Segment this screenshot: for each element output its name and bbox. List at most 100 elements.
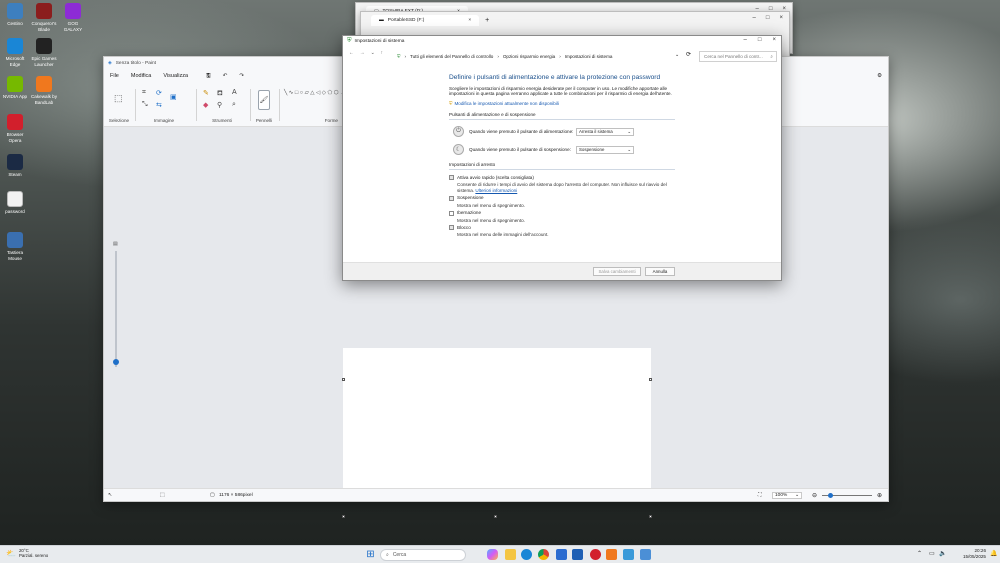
- group-tools: ✎ ⛾ A ◆ ⚲ ⌕ Strumenti: [199, 87, 245, 123]
- breadcrumb-item[interactable]: Opzioni risparmio energia: [503, 54, 555, 59]
- zoom-select[interactable]: 100% ⌄: [772, 491, 802, 499]
- zoom-out-icon[interactable]: ⊖: [812, 492, 817, 499]
- store-icon[interactable]: [556, 549, 567, 560]
- zoom-magnifier-icon[interactable]: ▤: [113, 241, 118, 247]
- desktop-shortcut[interactable]: GOG GALAXY: [58, 3, 88, 32]
- crop-icon[interactable]: ⌗: [142, 89, 146, 97]
- lock-checkbox[interactable]: [449, 225, 454, 231]
- maximize-icon[interactable]: □: [758, 37, 762, 43]
- taskbar-search[interactable]: ⌕ Cerca: [380, 549, 466, 561]
- zoom-slider-knob[interactable]: [828, 493, 833, 498]
- cakewalk-icon[interactable]: [606, 549, 617, 560]
- text-icon[interactable]: A: [232, 89, 237, 96]
- search-input[interactable]: Cerca nel Pannello di contr... ⌕: [699, 51, 777, 62]
- power-button-select[interactable]: Arresta il sistema ⌄: [576, 127, 634, 136]
- sleep-checkbox[interactable]: [449, 195, 454, 201]
- menu-edit[interactable]: Modifica: [131, 73, 151, 79]
- fill-icon[interactable]: ⛾: [217, 89, 223, 98]
- shapes-grid[interactable]: ╲∿□○▱△◁◇⬠⬡→←↑↓✦☆◯◎▭⎔: [284, 89, 401, 97]
- up-icon[interactable]: ↑: [381, 51, 383, 56]
- save-changes-button[interactable]: Salva cambiamenti: [593, 267, 641, 276]
- close-icon[interactable]: ×: [779, 15, 783, 21]
- resize-handle[interactable]: [649, 378, 652, 381]
- copilot-icon[interactable]: [487, 549, 498, 560]
- change-settings-link[interactable]: ⛨ Modifica le impostazioni attualmente n…: [449, 101, 675, 106]
- more-info-link[interactable]: Ulteriori informazioni: [475, 188, 517, 193]
- control-panel-icon[interactable]: [640, 549, 651, 560]
- desktop-shortcut[interactable]: Steam: [0, 154, 30, 178]
- settings-icon[interactable]: ⚙: [877, 73, 882, 79]
- show-hidden-icons[interactable]: ⌃: [917, 550, 922, 557]
- chevron-right-icon: ›: [497, 54, 499, 59]
- control-panel-icon: ⛨: [397, 54, 401, 59]
- link-text: Modifica le impostazioni attualmente non…: [454, 100, 559, 106]
- hibernate-checkbox[interactable]: [449, 210, 454, 216]
- desktop-shortcut[interactable]: Cestino: [0, 3, 30, 27]
- desktop-shortcut[interactable]: Cakewalk by BandLab: [29, 76, 59, 105]
- desktop-shortcut[interactable]: Tastiera Mouse: [0, 232, 30, 261]
- close-icon[interactable]: ×: [468, 18, 471, 23]
- file-explorer-icon[interactable]: [505, 549, 516, 560]
- new-tab-icon[interactable]: +: [485, 17, 489, 24]
- menu-view[interactable]: Visualizza: [163, 73, 188, 79]
- weather-widget[interactable]: ⛅ 20°C Parzial. sereno: [6, 548, 48, 558]
- vertical-zoom-slider[interactable]: [113, 251, 119, 367]
- redo-icon[interactable]: ↷: [239, 73, 244, 79]
- resize-handle[interactable]: [342, 378, 345, 381]
- edge-icon[interactable]: [521, 549, 532, 560]
- address-dropdown-icon[interactable]: ⌄: [675, 52, 679, 58]
- eraser-icon[interactable]: ◆: [203, 101, 208, 109]
- paint-icon[interactable]: [623, 549, 634, 560]
- recent-dropdown-icon[interactable]: ⌄: [371, 51, 375, 56]
- desktop-shortcut[interactable]: Epic Games Launcher: [29, 38, 59, 67]
- zoom-in-icon[interactable]: ⊕: [877, 492, 882, 499]
- sleep-button-select[interactable]: Sospensione ⌄: [576, 145, 634, 154]
- explorer-tab-portablessd[interactable]: ▬ PortableSSD (F:) ×: [371, 15, 480, 26]
- color-picker-icon[interactable]: ⚲: [217, 101, 222, 109]
- opera-icon[interactable]: [590, 549, 601, 560]
- chrome-icon[interactable]: [538, 549, 549, 560]
- start-icon[interactable]: ⊞: [365, 549, 376, 560]
- rotate-icon[interactable]: ⟳: [156, 89, 162, 97]
- resize-handle[interactable]: [649, 515, 652, 518]
- breadcrumb-item[interactable]: Impostazioni di sistema: [565, 54, 613, 59]
- network-icon[interactable]: ▭: [929, 550, 935, 557]
- window-controls: – □ ×: [753, 15, 783, 21]
- drawing-canvas[interactable]: [343, 348, 651, 488]
- resize-handle[interactable]: [494, 515, 497, 518]
- resize-icon[interactable]: ⤡: [142, 101, 148, 109]
- image-select-icon[interactable]: ▣: [170, 93, 177, 101]
- divider: [135, 89, 136, 121]
- back-icon[interactable]: ←: [349, 51, 354, 56]
- fit-to-window-icon[interactable]: ⛶: [758, 492, 761, 498]
- desktop-shortcut[interactable]: Conqueror's Blade: [29, 3, 59, 32]
- save-icon[interactable]: 🖫: [206, 72, 211, 81]
- pencil-icon[interactable]: ✎: [203, 89, 209, 97]
- undo-icon[interactable]: ↶: [223, 73, 228, 79]
- flip-icon[interactable]: ⇆: [156, 101, 162, 109]
- system-settings-dialog[interactable]: ⛨ Impostazioni di sistema – □ × ← → ⌄ ↑ …: [342, 35, 782, 281]
- mail-icon[interactable]: [572, 549, 583, 560]
- maximize-icon[interactable]: □: [766, 15, 770, 21]
- notification-icon[interactable]: 🔔: [990, 550, 997, 557]
- minimize-icon[interactable]: –: [744, 37, 747, 43]
- desktop-shortcut[interactable]: Browser Opera: [0, 114, 30, 143]
- selection-icon[interactable]: ⬚: [114, 93, 123, 104]
- breadcrumb-item[interactable]: Tutti gli elementi del Pannello di contr…: [410, 54, 493, 59]
- close-icon[interactable]: ×: [772, 37, 776, 43]
- volume-icon[interactable]: 🔈: [939, 550, 946, 557]
- fast-startup-checkbox[interactable]: [449, 175, 454, 181]
- desktop-shortcut[interactable]: NVIDIA App: [0, 76, 30, 100]
- brush-icon[interactable]: 🖌: [258, 90, 270, 110]
- resize-handle[interactable]: [342, 515, 345, 518]
- menu-file[interactable]: File: [110, 73, 119, 79]
- cancel-button[interactable]: Annulla: [645, 267, 675, 276]
- desktop-shortcut[interactable]: Microsoft Edge: [0, 38, 30, 67]
- forward-icon[interactable]: →: [360, 51, 365, 56]
- refresh-icon[interactable]: ⟳: [686, 51, 691, 58]
- magnifier-icon[interactable]: ⌕: [232, 101, 236, 109]
- clock[interactable]: 20:26 15/05/2025: [958, 548, 986, 560]
- minimize-icon[interactable]: –: [753, 15, 756, 21]
- desktop-shortcut[interactable]: password: [0, 191, 30, 215]
- cakewalk-icon: [36, 76, 52, 92]
